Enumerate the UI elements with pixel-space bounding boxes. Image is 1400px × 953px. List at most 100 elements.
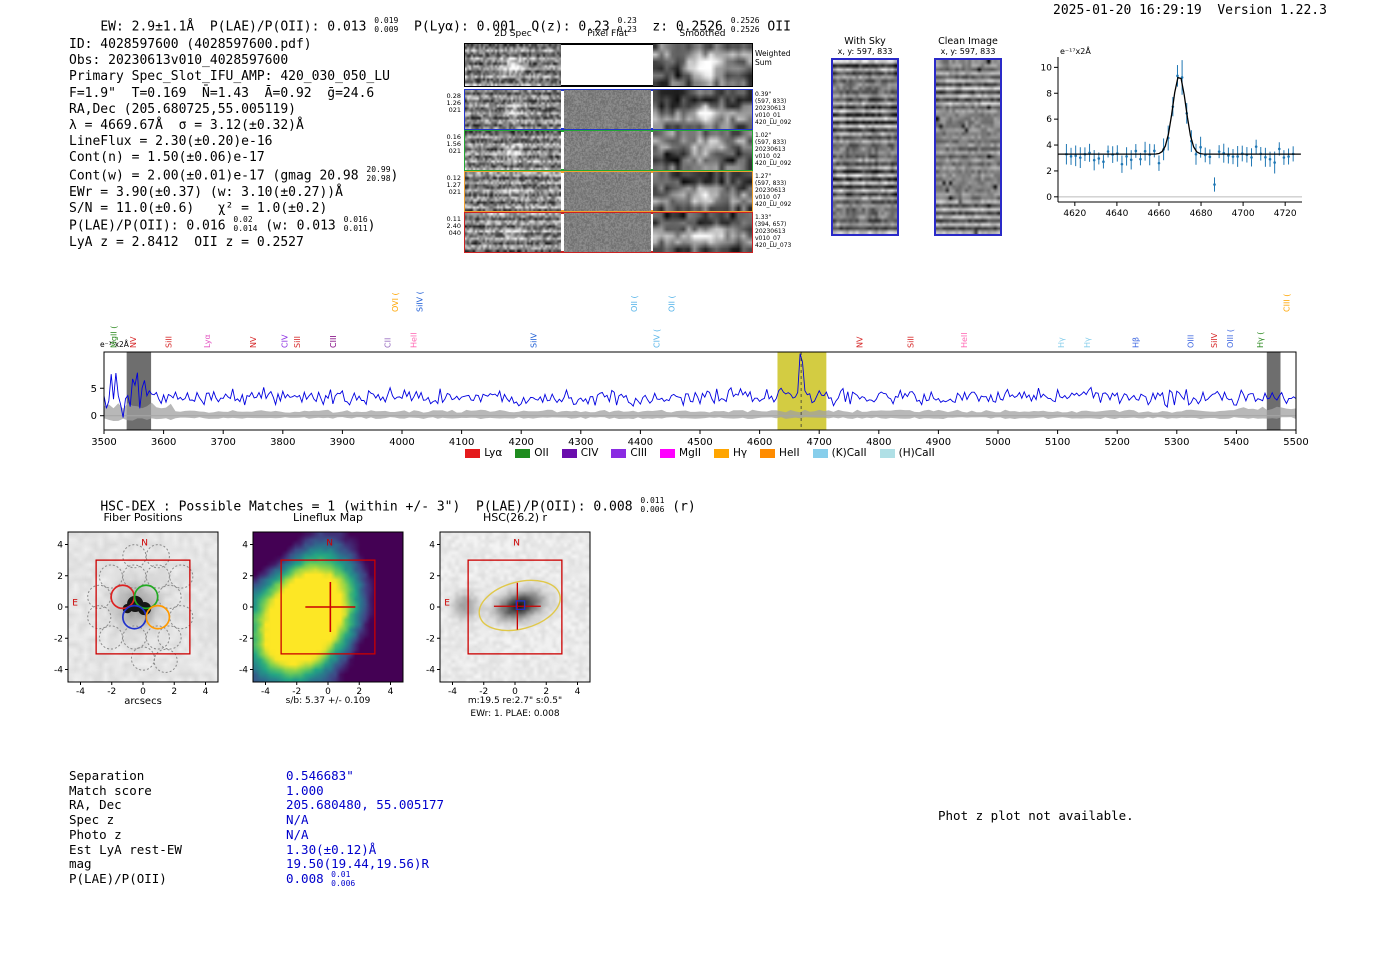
fiber2-ifu: 420_LU_092 <box>755 159 792 167</box>
data-point <box>1143 149 1147 153</box>
weighted-sum-label: Weighted Sum <box>755 49 815 67</box>
y-tick-label: 4 <box>57 541 63 551</box>
match-row-photoz: Photo z N/A <box>69 827 444 843</box>
specz-value: N/A <box>286 812 309 828</box>
col-header-2dspec: 2D Spec <box>494 29 532 39</box>
data-point <box>1268 157 1272 161</box>
error-band <box>104 402 1296 421</box>
line-fit-plot: 0 2 4 6 8 10 4620 4640 4660 4680 4700 4720 e⁻¹⁷x2Å <box>1041 45 1302 219</box>
emission-line-label: OVI ( <box>391 292 400 312</box>
clean-coords: x, y: 597, 833 <box>940 47 996 56</box>
data-point <box>1129 158 1133 162</box>
fiber-circle <box>157 584 182 609</box>
plae-fraction-sub: 0.009 <box>374 24 399 34</box>
fiber4-smoothed-image <box>653 213 752 252</box>
civ-swatch <box>561 448 577 458</box>
data-point <box>1134 149 1138 153</box>
data-point <box>1264 156 1267 159</box>
data-point <box>1236 155 1239 158</box>
x-tick-label: 4620 <box>1063 209 1086 219</box>
y-tick-label: 2 <box>429 572 435 582</box>
fiber-circle <box>145 544 170 569</box>
kcaii-swatch <box>812 448 828 458</box>
info-obs: Obs: 20230613v010_4028597600 <box>69 53 289 69</box>
data-point <box>1102 160 1105 163</box>
legend-item-mgii: MgII <box>660 447 701 459</box>
fiber4-ifu: 420_LU_073 <box>755 241 792 249</box>
info-ewr: EWr = 3.90(±0.37) (w: 3.10(±0.27))Å <box>69 184 343 200</box>
fiber2-weights: 0.16 1.56 021 <box>430 133 461 156</box>
data-point <box>1250 156 1253 159</box>
info-plae-fraction1: 0.02 0.014 <box>233 215 258 234</box>
oii-swatch <box>515 448 531 458</box>
info-plae: P(LAE)/P(OII): 0.016 0.02 0.014 (w: 0.013… <box>69 215 398 235</box>
data-point <box>1074 154 1077 158</box>
x-tick-label: 4640 <box>1105 209 1128 219</box>
mgii-swatch <box>660 448 676 458</box>
mag-label: mag <box>69 856 92 872</box>
data-point <box>1092 158 1096 162</box>
fiber-circle <box>98 564 124 589</box>
fiber3-meta: 1.27" (597, 833) 20230613 v010_07 420_LU_092 <box>755 173 815 209</box>
north-label: N <box>326 538 333 548</box>
separation-label: Separation <box>69 768 145 783</box>
data-point <box>1273 161 1276 164</box>
y-tick-label: -2 <box>54 634 63 644</box>
y-tick-label: 0 <box>1046 193 1052 203</box>
y-tick-label: 0 <box>242 603 248 613</box>
fiber2-2dspec-image <box>465 131 561 170</box>
hcaii-swatch <box>879 448 895 458</box>
fiber4-weights: 0.11 2.40 040 <box>430 215 461 238</box>
fiber2-weight-2: 021 <box>448 147 461 156</box>
info-plae-frac1-sub: 0.014 <box>233 223 258 233</box>
fiber2-pixelflat-image <box>564 131 651 170</box>
gmag-fraction-sub: 20.98 <box>366 173 391 183</box>
withsky-coords: x, y: 597, 833 <box>837 47 893 56</box>
data-point <box>1097 157 1101 160</box>
data-point <box>1106 150 1110 153</box>
weighted-2dspec-image <box>465 44 561 86</box>
match-row-plae: P(LAE)/P(OII) 0.008 0.01 0.006 <box>69 870 444 890</box>
lineflux-caption: s/b: 5.37 +/- 0.109 <box>285 696 371 706</box>
fiber-xlabel: arcsecs <box>124 696 162 707</box>
x-tick-label: 4720 <box>1274 209 1297 219</box>
catalog-match-band: (r) <box>664 499 696 515</box>
spectrum-legend: Lyα OII CIV CIII MgII Hγ HeII (K)CaII (H… <box>104 447 1296 459</box>
fiber2-smoothed-image <box>653 131 752 170</box>
gaussian-fit-line <box>1058 76 1301 155</box>
east-label: E <box>72 598 78 608</box>
data-point <box>1282 156 1286 159</box>
emission-line-label: HeII <box>960 332 969 348</box>
data-point <box>1277 147 1281 151</box>
emission-line-label: OIII ( <box>1226 329 1235 348</box>
data-point <box>1213 183 1216 186</box>
cutout-row-fiber3 <box>464 171 753 212</box>
emission-line-label: Hβ <box>1132 337 1141 348</box>
info-plae-text: P(LAE)/P(OII): 0.016 <box>69 218 234 234</box>
lya-swatch <box>465 448 481 458</box>
legend-item-hg: Hγ <box>713 447 747 459</box>
data-point <box>1069 155 1073 158</box>
mag-value: 19.50(19.44,19.56)R <box>286 856 429 872</box>
fiber4-weight-2: 040 <box>448 229 461 238</box>
fiber-circle <box>145 564 170 589</box>
withsky-image <box>833 60 897 234</box>
legend-item-ciii: CIII <box>611 447 647 459</box>
data-point <box>1153 149 1156 153</box>
match-row-ew: Est LyA rest-EW 1.30(±0.12)Å <box>69 842 444 858</box>
east-label: E <box>444 598 450 608</box>
selected-fiber-circle <box>145 604 171 630</box>
match-row-specz: Spec z N/A <box>69 812 444 828</box>
spectrum-line <box>103 353 1297 418</box>
radec-label: RA, Dec <box>69 797 122 813</box>
y-tick-label: 0 <box>91 411 97 422</box>
info-cont-n: Cont(n) = 1.50(±0.06)e-17 <box>69 150 265 166</box>
clean-image-frame <box>934 58 1002 236</box>
oii-label: OII <box>534 447 549 459</box>
civ-label: CIV <box>580 447 599 459</box>
withsky-title: With Sky <box>844 36 886 47</box>
ciii-label: CIII <box>630 447 648 459</box>
kcaii-label: (K)CaII <box>831 447 867 459</box>
fiber-circle <box>98 625 124 650</box>
emission-line-label: Hγ ( <box>1256 332 1265 348</box>
